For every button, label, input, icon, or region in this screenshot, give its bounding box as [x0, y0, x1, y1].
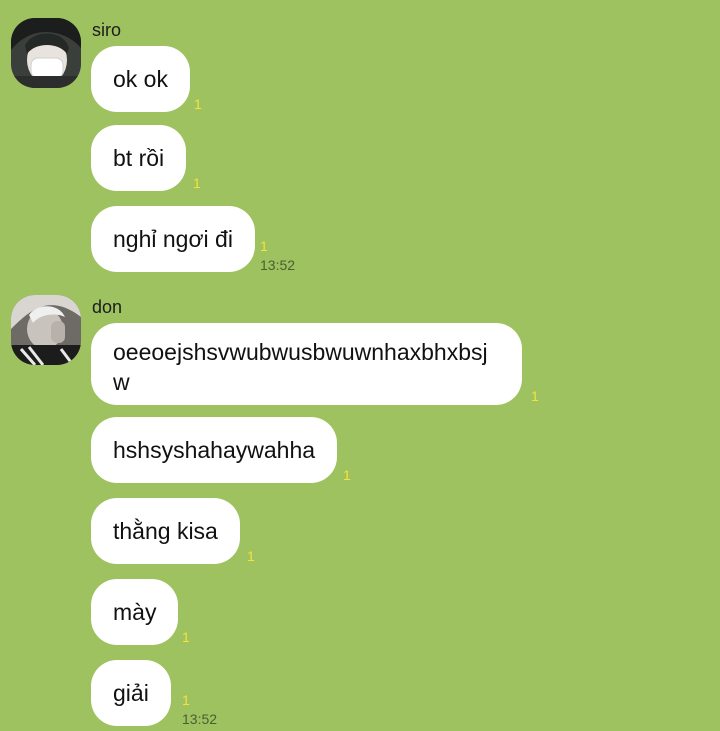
message-bubble[interactable]: oeeoejshsvwubwusbwuwnhaxbhxbsjw [91, 323, 522, 405]
message-timestamp: 13:52 [182, 711, 218, 727]
message-bubble[interactable]: bt rồi [91, 125, 187, 191]
avatar-siro[interactable] [11, 18, 81, 88]
read-count: 1 [260, 238, 268, 254]
read-count: 1 [182, 629, 190, 645]
sender-name: don [92, 297, 123, 317]
message-bubble[interactable]: giải [91, 660, 171, 726]
message-bubble[interactable]: hshsyshahaywahha [91, 417, 338, 483]
read-count: 1 [194, 96, 202, 112]
message-bubble[interactable]: ok ok [91, 46, 190, 112]
sender-name: siro [92, 20, 122, 40]
read-count: 1 [193, 175, 201, 191]
read-count: 1 [531, 388, 539, 404]
read-count: 1 [247, 548, 255, 564]
message-bubble[interactable]: mày [91, 579, 179, 645]
read-count: 1 [343, 467, 351, 483]
read-count: 1 [182, 692, 190, 708]
message-bubble[interactable]: nghỉ ngơi đi [91, 206, 255, 272]
message-timestamp: 13:52 [260, 257, 296, 273]
message-bubble[interactable]: thằng kisa [91, 498, 240, 564]
avatar-don[interactable] [11, 295, 81, 365]
